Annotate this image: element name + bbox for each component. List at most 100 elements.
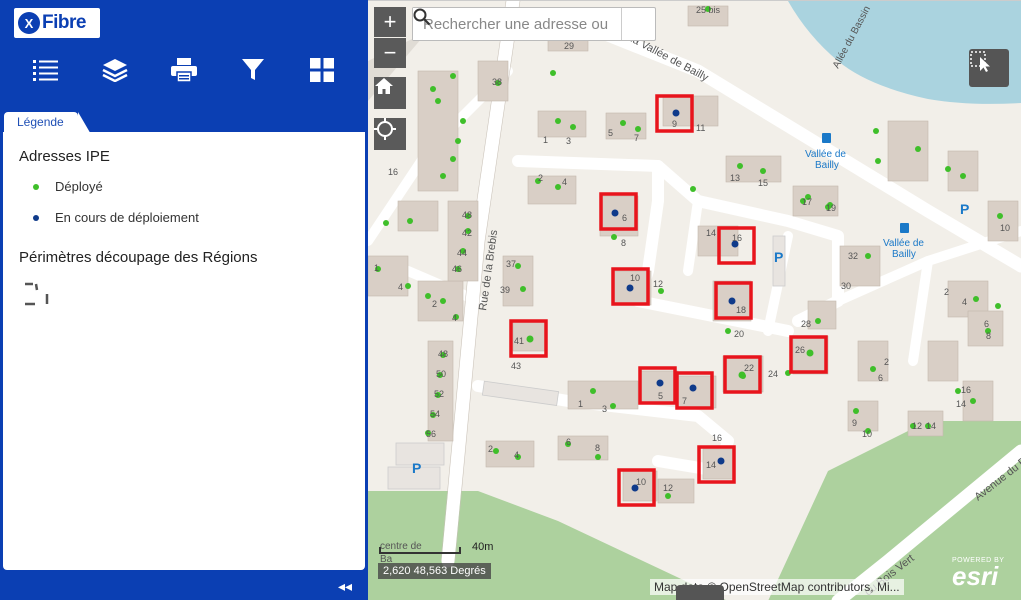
svg-text:14: 14 bbox=[956, 399, 966, 409]
svg-text:38: 38 bbox=[492, 77, 502, 87]
svg-text:12: 12 bbox=[653, 279, 663, 289]
layers-button[interactable] bbox=[95, 50, 135, 90]
legend-list-button[interactable] bbox=[26, 50, 66, 90]
svg-text:14: 14 bbox=[706, 228, 716, 238]
map-canvas: Rue de la Brebis la Vallée de Bailly All… bbox=[368, 1, 1021, 600]
zoom-in-button[interactable]: + bbox=[374, 7, 406, 37]
svg-text:32: 32 bbox=[848, 251, 858, 261]
logo-text: Fibre bbox=[42, 12, 86, 33]
search-icon bbox=[413, 8, 431, 26]
svg-text:48: 48 bbox=[438, 349, 448, 359]
svg-text:11: 11 bbox=[696, 123, 705, 133]
svg-text:19: 19 bbox=[826, 203, 836, 213]
green-dot-icon bbox=[33, 183, 39, 190]
svg-text:56: 56 bbox=[426, 429, 436, 439]
legend-layer-title-adresses: Adresses IPE bbox=[19, 148, 110, 165]
legend-item-en-cours: En cours de déploiement bbox=[33, 210, 349, 225]
svg-text:12: 12 bbox=[663, 483, 673, 493]
svg-text:4: 4 bbox=[452, 313, 457, 323]
svg-text:9: 9 bbox=[672, 119, 677, 129]
svg-text:24: 24 bbox=[768, 369, 778, 379]
svg-text:10: 10 bbox=[862, 429, 872, 439]
legend-item-label: Déployé bbox=[55, 179, 103, 194]
layers-icon bbox=[102, 59, 128, 82]
scale-label: 40m bbox=[472, 541, 494, 553]
svg-text:20: 20 bbox=[734, 329, 744, 339]
svg-text:8: 8 bbox=[621, 238, 626, 248]
svg-text:2: 2 bbox=[432, 299, 437, 309]
svg-text:14: 14 bbox=[926, 421, 936, 431]
svg-text:10: 10 bbox=[630, 273, 640, 283]
printer-icon bbox=[170, 58, 197, 82]
zoom-out-button[interactable]: − bbox=[374, 38, 406, 68]
address-search-input[interactable] bbox=[413, 8, 621, 40]
search-button[interactable] bbox=[413, 8, 655, 40]
svg-text:5: 5 bbox=[608, 128, 613, 138]
svg-text:10: 10 bbox=[1000, 223, 1010, 233]
select-cursor-icon bbox=[970, 51, 990, 72]
svg-text:13: 13 bbox=[730, 173, 740, 183]
bus-stop-label-vallee-de-bailly-1: Vallée de bbox=[805, 149, 846, 160]
filter-icon bbox=[241, 59, 264, 80]
svg-text:Bailly: Bailly bbox=[815, 160, 839, 171]
svg-text:17: 17 bbox=[802, 197, 812, 207]
svg-text:P: P bbox=[774, 249, 783, 265]
svg-text:1: 1 bbox=[374, 263, 379, 273]
blue-dot-icon bbox=[33, 214, 39, 221]
svg-text:12: 12 bbox=[912, 421, 922, 431]
svg-text:6: 6 bbox=[566, 437, 571, 447]
home-button[interactable] bbox=[374, 77, 406, 109]
svg-text:4: 4 bbox=[962, 297, 967, 307]
svg-text:4: 4 bbox=[398, 282, 403, 292]
svg-text:54: 54 bbox=[430, 409, 440, 419]
grid-icon bbox=[309, 58, 334, 82]
toolbar bbox=[0, 48, 368, 92]
filter-button[interactable] bbox=[233, 50, 273, 90]
svg-text:8: 8 bbox=[595, 443, 600, 453]
locate-icon bbox=[374, 118, 396, 140]
legend-item-label: En cours de déploiement bbox=[55, 210, 199, 225]
svg-text:16: 16 bbox=[388, 167, 398, 177]
svg-text:16: 16 bbox=[712, 433, 722, 443]
xp-fibre-logo: X Fibre bbox=[14, 8, 100, 38]
esri-brand: esri bbox=[952, 561, 999, 591]
svg-text:10: 10 bbox=[636, 477, 646, 487]
svg-text:5: 5 bbox=[658, 391, 663, 401]
region-boundary-symbol-icon bbox=[25, 282, 49, 306]
svg-text:52: 52 bbox=[434, 389, 444, 399]
svg-text:2: 2 bbox=[488, 444, 493, 454]
attribution-toggle[interactable] bbox=[676, 585, 724, 600]
svg-text:16: 16 bbox=[732, 233, 742, 243]
svg-text:26: 26 bbox=[795, 345, 805, 355]
svg-text:1: 1 bbox=[578, 399, 583, 409]
svg-text:25 bis: 25 bis bbox=[696, 5, 721, 15]
print-button[interactable] bbox=[164, 50, 204, 90]
collapse-bar: ◂◂ bbox=[0, 575, 368, 600]
legend-item-deploye: Déployé bbox=[33, 179, 349, 194]
svg-text:Bailly: Bailly bbox=[892, 249, 916, 260]
tab-bar: Légende bbox=[0, 108, 368, 136]
svg-text:18: 18 bbox=[736, 305, 746, 315]
bus-stop-label-vallee-de-bailly-2: Vallée de bbox=[883, 238, 924, 249]
svg-text:44: 44 bbox=[457, 248, 467, 258]
collapse-panel-button[interactable]: ◂◂ bbox=[338, 578, 352, 595]
svg-text:29: 29 bbox=[564, 41, 574, 51]
select-tool-button[interactable] bbox=[969, 49, 1009, 87]
map-view[interactable]: Rue de la Brebis la Vallée de Bailly All… bbox=[368, 0, 1021, 600]
locate-button[interactable] bbox=[374, 118, 406, 150]
svg-text:50: 50 bbox=[436, 369, 446, 379]
svg-text:1: 1 bbox=[543, 135, 548, 145]
sidebar: X Fibre Légende Adresses IPE Déployé En … bbox=[0, 0, 368, 600]
svg-text:6: 6 bbox=[984, 319, 989, 329]
legend-panel: Adresses IPE Déployé En cours de déploie… bbox=[3, 132, 365, 570]
svg-text:2: 2 bbox=[944, 287, 949, 297]
svg-text:6: 6 bbox=[878, 373, 883, 383]
svg-text:39: 39 bbox=[500, 285, 510, 295]
svg-text:9: 9 bbox=[852, 418, 857, 428]
svg-text:37: 37 bbox=[506, 259, 516, 269]
app: X Fibre Légende Adresses IPE Déployé En … bbox=[0, 0, 1021, 600]
svg-text:2: 2 bbox=[884, 357, 889, 367]
svg-text:8: 8 bbox=[986, 331, 991, 341]
svg-text:6: 6 bbox=[622, 213, 627, 223]
basemap-gallery-button[interactable] bbox=[302, 50, 342, 90]
